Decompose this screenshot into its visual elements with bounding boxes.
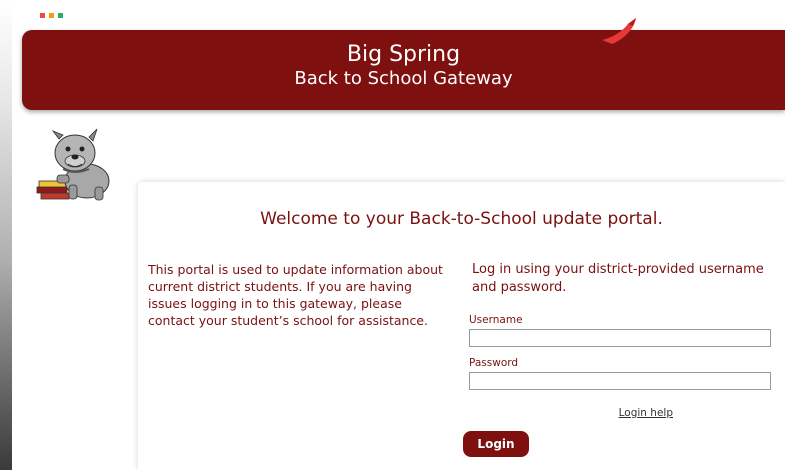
bulldog-mascot-icon	[36, 128, 110, 201]
login-help-link[interactable]: Login help	[563, 407, 673, 419]
portal-info-text: This portal is used to update informatio…	[148, 262, 443, 328]
username-label: Username	[469, 314, 523, 326]
page-title: Big Spring	[346, 42, 461, 67]
swoosh-icon	[602, 18, 636, 44]
welcome-heading: Welcome to your Back-to-School update po…	[260, 209, 663, 229]
page-header: Big Spring Back to School Gateway	[22, 30, 785, 110]
login-card: Welcome to your Back-to-School update po…	[138, 182, 785, 470]
password-label: Password	[469, 357, 519, 369]
brand-dot-red	[40, 13, 45, 18]
brand-dot-orange	[49, 13, 54, 18]
brand-dot-green	[58, 13, 63, 18]
login-button[interactable]: Login	[463, 431, 529, 457]
login-instructions: Log in using your district-provided user…	[472, 262, 764, 295]
page-subtitle: Back to School Gateway	[294, 68, 513, 89]
username-input[interactable]	[469, 329, 771, 347]
password-input[interactable]	[469, 372, 771, 390]
brand-dots	[40, 13, 63, 18]
left-edge-shadow	[0, 0, 12, 470]
